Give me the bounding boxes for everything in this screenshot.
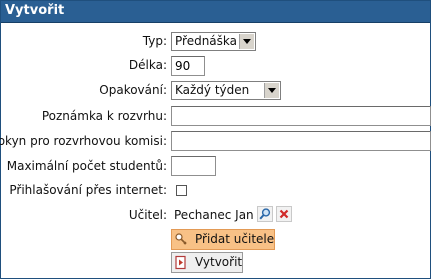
magnifier-icon: [259, 208, 271, 220]
length-label: Délka:: [128, 58, 167, 72]
create-button-label: Vytvořit: [195, 255, 243, 269]
committee-note-input[interactable]: [171, 131, 431, 151]
key-icon: [175, 233, 187, 245]
teacher-label: Učitel:: [128, 208, 167, 222]
internet-signup-label: Přihlašování přes internet:: [9, 183, 167, 197]
committee-note-label: Pokyn pro rozvrhovou komisi:: [0, 134, 167, 148]
length-input[interactable]: [171, 56, 205, 76]
chevron-down-icon[interactable]: [239, 34, 254, 49]
repeat-select-value: Každý týden: [175, 83, 250, 97]
add-teacher-button-label: Přidat učitele: [195, 232, 275, 246]
create-button[interactable]: Vytvořit: [171, 252, 243, 273]
max-students-label: Maximální počet studentů:: [6, 159, 167, 173]
repeat-label: Opakování:: [99, 83, 167, 97]
type-select-value: Přednáška: [175, 34, 237, 48]
chevron-down-icon[interactable]: [264, 83, 279, 98]
document-arrow-icon: [175, 255, 186, 270]
teacher-remove-button[interactable]: [276, 206, 292, 222]
type-select[interactable]: Přednáška: [171, 32, 256, 51]
max-students-input[interactable]: [171, 156, 216, 176]
type-label: Typ:: [142, 34, 167, 48]
internet-signup-checkbox[interactable]: [176, 185, 187, 196]
teacher-name: Pechanec Jan: [174, 208, 254, 222]
panel-title: Vytvořit: [5, 3, 65, 18]
teacher-search-button[interactable]: [257, 206, 273, 222]
repeat-select[interactable]: Každý týden: [171, 81, 281, 100]
create-panel: Vytvořit Typ: Přednáška Délka: Opakování…: [0, 0, 431, 279]
schedule-note-label: Poznámka k rozvrhu:: [41, 109, 167, 123]
red-x-icon: [279, 209, 289, 219]
schedule-note-input[interactable]: [171, 106, 431, 126]
add-teacher-button[interactable]: Přidat učitele: [171, 229, 275, 250]
panel-header: Vytvořit: [1, 1, 430, 23]
